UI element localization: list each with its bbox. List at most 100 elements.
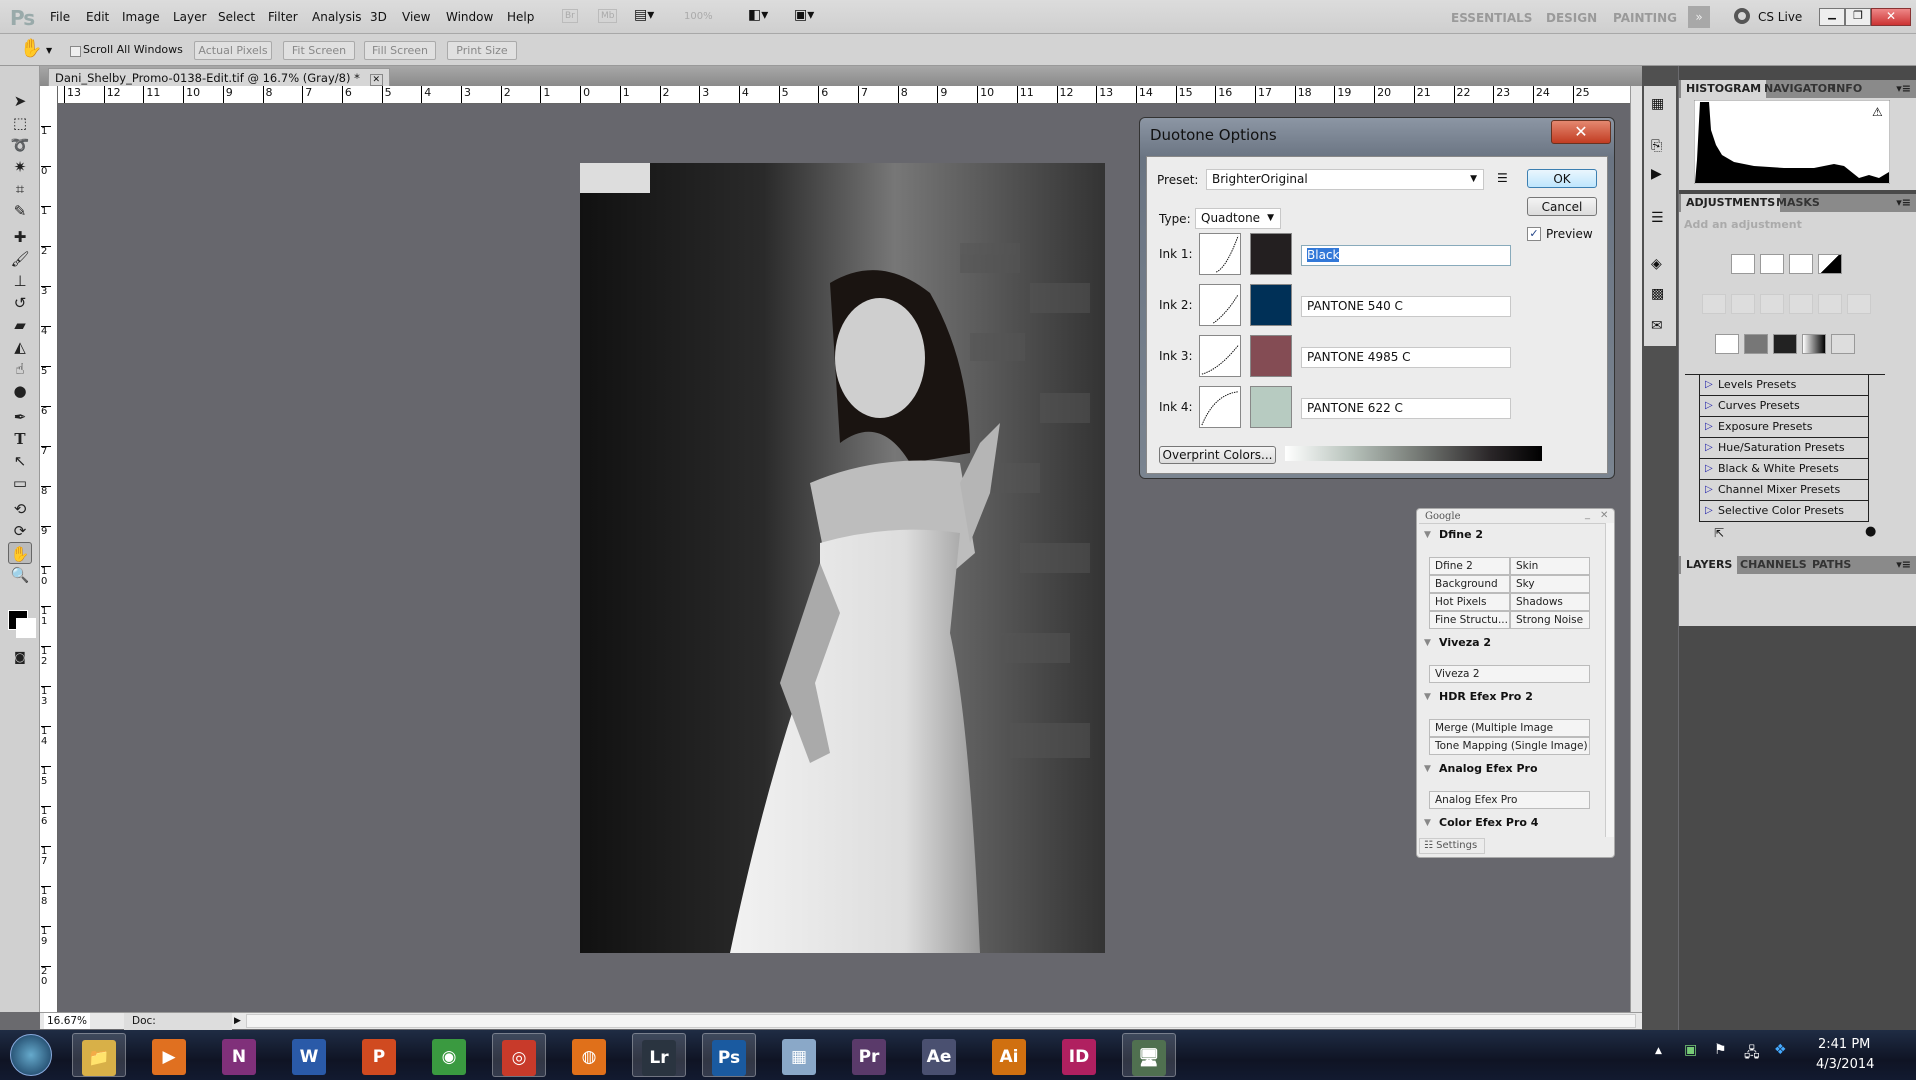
menu-file[interactable]: File — [50, 10, 70, 24]
skin-button[interactable]: Skin — [1510, 557, 1590, 575]
shape-tool-icon[interactable]: ▭ — [8, 472, 32, 494]
exposure-icon[interactable] — [1818, 254, 1842, 274]
cs-live-menu[interactable]: CS Live — [1758, 10, 1802, 24]
nvidia-tray-icon[interactable]: ▣ — [1684, 1042, 1697, 1058]
overprint-colors-button[interactable]: Overprint Colors... — [1159, 446, 1276, 464]
3d-orbit-tool-icon[interactable]: ⟳ — [8, 520, 32, 542]
ink-3-curve-button[interactable] — [1199, 335, 1241, 377]
taskbar-word[interactable]: W — [282, 1033, 336, 1077]
viveza-button[interactable]: Viveza 2 — [1429, 665, 1590, 683]
vertical-scrollbar[interactable] — [1630, 86, 1642, 1012]
taskbar-picasa[interactable]: ◉ — [422, 1033, 476, 1077]
restore-button[interactable]: ❐ — [1845, 8, 1871, 26]
selective-color-presets[interactable]: ▷ Selective Color Presets — [1699, 501, 1869, 522]
arrange-documents-icon[interactable]: ◧▾ — [748, 7, 768, 23]
path-selection-tool-icon[interactable]: ↖ — [8, 450, 32, 472]
ink-4-curve-button[interactable] — [1199, 386, 1241, 428]
dfine-button[interactable]: Dfine 2 — [1429, 557, 1510, 575]
background-color-swatch[interactable] — [16, 618, 36, 638]
settings-button[interactable]: ☷ Settings — [1419, 838, 1485, 854]
menu-view[interactable]: View — [402, 10, 430, 24]
clock-time[interactable]: 2:41 PM — [1818, 1037, 1870, 1052]
fill-screen-button[interactable]: Fill Screen — [364, 41, 436, 60]
marquee-tool-icon[interactable]: ⬚ — [8, 112, 32, 134]
taskbar-onenote[interactable]: N — [212, 1033, 266, 1077]
hdr-tone-mapping-button[interactable]: Tone Mapping (Single Image) — [1429, 737, 1590, 755]
smudge-tool-icon[interactable]: ☝ — [8, 358, 32, 380]
posterize-icon[interactable] — [1744, 334, 1768, 354]
preview-checkbox[interactable]: ✓ — [1527, 227, 1541, 241]
taskbar-explorer[interactable]: 📁 — [72, 1033, 126, 1077]
tab-masks[interactable]: MASKS — [1771, 194, 1825, 212]
cancel-button[interactable]: Cancel — [1527, 197, 1597, 216]
panel-menu-icon[interactable]: ▾≡ — [1891, 80, 1916, 98]
background-button[interactable]: Background — [1429, 575, 1510, 593]
gradient-map-icon[interactable] — [1802, 334, 1826, 354]
document-tab[interactable]: Dani_Shelby_Promo-0138-Edit.tif @ 16.7% … — [48, 68, 391, 86]
clone-stamp-tool-icon[interactable]: ⊥ — [8, 270, 32, 292]
taskbar-calculator[interactable]: ▦ — [772, 1033, 826, 1077]
eraser-tool-icon[interactable]: ▰ — [8, 314, 32, 336]
fit-screen-button[interactable]: Fit Screen — [283, 41, 355, 60]
curves-icon[interactable] — [1789, 254, 1813, 274]
type-select[interactable]: Quadtone ▼ — [1195, 208, 1281, 229]
layer-comps-panel-icon[interactable]: ☰ — [1651, 210, 1664, 226]
zoom-level-field[interactable]: 16.67% — [44, 1013, 91, 1029]
menu-image[interactable]: Image — [122, 10, 160, 24]
quick-selection-tool-icon[interactable]: ✷ — [8, 156, 32, 178]
actual-pixels-button[interactable]: Actual Pixels — [194, 41, 272, 60]
tab-channels[interactable]: CHANNELS — [1735, 556, 1812, 574]
view-extras-icon[interactable]: ▤▾ — [634, 7, 654, 23]
shadows-button[interactable]: Shadows — [1510, 593, 1590, 611]
minimize-button[interactable]: ▁ — [1819, 8, 1845, 26]
minimize-panel-icon[interactable]: _ — [1585, 509, 1590, 520]
dodge-tool-icon[interactable]: ● — [8, 380, 32, 402]
screen-mode-icon[interactable]: ▣▾ — [794, 7, 814, 23]
scroll-all-windows-checkbox[interactable] — [70, 46, 81, 57]
zoom-level-combo[interactable]: 100% — [684, 11, 713, 22]
threshold-icon[interactable] — [1773, 334, 1797, 354]
move-tool-icon[interactable]: ➤ — [8, 90, 32, 112]
menu-filter[interactable]: Filter — [268, 10, 298, 24]
tab-paths[interactable]: PATHS — [1807, 556, 1856, 574]
menu-select[interactable]: Select — [218, 10, 255, 24]
section-dfine[interactable]: Dfine 2 — [1439, 528, 1483, 541]
taskbar-photoshop[interactable]: Ps — [702, 1033, 756, 1077]
hdr-merge-button[interactable]: Merge (Multiple Image Series) — [1429, 719, 1590, 750]
type-tool-icon[interactable]: T — [8, 428, 32, 450]
taskbar-premiere[interactable]: Pr — [842, 1033, 896, 1077]
history-brush-tool-icon[interactable]: ↺ — [8, 292, 32, 314]
collapse-triangle-icon[interactable]: ▼ — [1424, 692, 1431, 702]
exposure-presets[interactable]: ▷ Exposure Presets — [1699, 417, 1869, 438]
curves-presets[interactable]: ▷ Curves Presets — [1699, 396, 1869, 417]
tab-adjustments[interactable]: ADJUSTMENTS — [1681, 194, 1781, 212]
hue-saturation-presets[interactable]: ▷ Hue/Saturation Presets — [1699, 438, 1869, 459]
taskbar-illustrator[interactable]: Ai — [982, 1033, 1036, 1077]
actions-panel-icon[interactable]: ▶ — [1651, 166, 1662, 182]
3d-rotate-tool-icon[interactable]: ⟲ — [8, 498, 32, 520]
horizontal-scrollbar[interactable] — [246, 1014, 1636, 1028]
3d-panel-icon[interactable]: ◈ — [1651, 256, 1662, 272]
preset-select[interactable]: BrighterOriginal ▼ — [1206, 169, 1484, 190]
taskbar-media-player[interactable]: ▶ — [142, 1033, 196, 1077]
visibility-icon[interactable]: ● — [1865, 524, 1876, 539]
taskbar-after-effects[interactable]: Ae — [912, 1033, 966, 1077]
panel-menu-icon[interactable]: ▾≡ — [1891, 556, 1916, 574]
hot-pixels-button[interactable]: Hot Pixels — [1429, 593, 1510, 611]
print-size-button[interactable]: Print Size — [447, 41, 517, 60]
workspace-design[interactable]: DESIGN — [1546, 11, 1597, 25]
history-panel-icon[interactable]: ⎘ — [1651, 138, 1662, 154]
panel-scrollbar[interactable] — [1605, 523, 1614, 837]
section-hdr-efex[interactable]: HDR Efex Pro 2 — [1439, 690, 1533, 703]
ink-2-curve-button[interactable] — [1199, 284, 1241, 326]
black-white-presets[interactable]: ▷ Black & White Presets — [1699, 459, 1869, 480]
close-panel-icon[interactable]: ✕ — [1600, 510, 1608, 521]
menu-3d[interactable]: 3D — [370, 10, 387, 24]
section-viveza[interactable]: Viveza 2 — [1439, 636, 1491, 649]
channel-mixer-presets[interactable]: ▷ Channel Mixer Presets — [1699, 480, 1869, 501]
show-hidden-icons[interactable]: ▲ — [1655, 1046, 1662, 1056]
tool-preset-dropdown-icon[interactable]: ▼ — [46, 46, 52, 55]
bridge-button[interactable]: Br — [562, 9, 578, 23]
ink-1-name-field[interactable]: Black — [1301, 245, 1511, 266]
ink-4-color-swatch[interactable] — [1250, 386, 1292, 428]
